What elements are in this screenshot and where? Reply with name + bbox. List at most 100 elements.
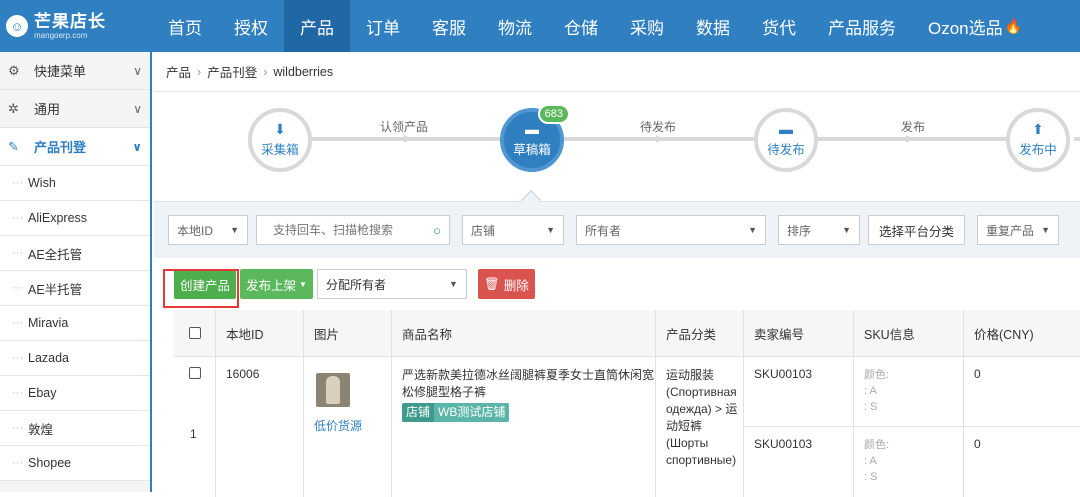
sidebar-section-product-listing[interactable]: ✎ 产品刊登 ∨ bbox=[0, 128, 150, 166]
shop-select-value: 店铺 bbox=[471, 223, 496, 238]
caret-down-icon: ▼ bbox=[299, 279, 307, 289]
chevron-down-icon: ∨ bbox=[133, 101, 142, 116]
column-header: 本地ID bbox=[216, 310, 304, 356]
caret-down-icon: ▼ bbox=[449, 279, 458, 289]
workflow-steps: 认领产品 待发布 发布 ⬇ 采集箱 683 ▬ 草稿箱 ▬ 待发布 ⬆ 发布中 bbox=[154, 92, 1080, 210]
sidebar-item-label: Ebay bbox=[28, 386, 57, 400]
publish-button-label: 发布上架 bbox=[246, 278, 297, 293]
sku-attr-a: : A bbox=[864, 455, 877, 467]
breadcrumb-separator-icon: › bbox=[263, 64, 268, 79]
low-price-source-link[interactable]: 低价货源 bbox=[314, 417, 391, 434]
search-icon[interactable]: ○ bbox=[433, 223, 441, 238]
search-input[interactable] bbox=[265, 223, 415, 237]
main-content: 产品 › 产品刊登 › wildberries 认领产品 待发布 发布 ⬇ 采集… bbox=[154, 52, 1080, 497]
sidebar-item-ae-full[interactable]: ··· AE全托管 bbox=[0, 236, 150, 271]
sort-select-value: 排序 bbox=[787, 223, 812, 238]
nav-logistics[interactable]: 物流 bbox=[482, 0, 548, 52]
sidebar-item-aliexpress[interactable]: ··· AliExpress bbox=[0, 201, 150, 236]
flow-label: 发布 bbox=[901, 120, 926, 134]
top-navbar: ☺ 芒果店长 mangoerp.com 首页 授权 产品 订单 客服 物流 仓储… bbox=[0, 0, 1080, 52]
sidebar-item-shopee[interactable]: ··· Shopee bbox=[0, 446, 150, 481]
local-id-cell: 16006 bbox=[216, 357, 304, 497]
breadcrumb-item: wildberries bbox=[273, 64, 334, 79]
duplicate-product-select[interactable]: 重复产品 ▼ bbox=[977, 215, 1060, 245]
nav-customer-service[interactable]: 客服 bbox=[416, 0, 482, 52]
breadcrumb-item[interactable]: 产品 bbox=[166, 62, 191, 81]
sidebar-item-label: Lazada bbox=[28, 351, 70, 365]
owner-select[interactable]: 所有者 ▼ bbox=[576, 215, 766, 245]
step-publishing[interactable]: ⬆ 发布中 bbox=[1006, 108, 1070, 172]
chevron-down-icon: ∨ bbox=[132, 139, 142, 154]
sidebar-section-label: 通用 bbox=[34, 102, 61, 117]
sku-row: SKU00103 颜色: : A : S 0 bbox=[744, 357, 1080, 427]
nav-purchase[interactable]: 采购 bbox=[614, 0, 680, 52]
row-checkbox[interactable] bbox=[188, 367, 201, 379]
main-nav: 首页 授权 产品 订单 客服 物流 仓储 采购 数据 货代 产品服务 Ozon选… bbox=[152, 0, 1038, 52]
edit-icon: ✎ bbox=[8, 138, 19, 154]
column-header: 卖家编号 bbox=[744, 310, 854, 356]
sidebar-section-quick-menu[interactable]: ⚙ 快捷菜单 ∨ bbox=[0, 52, 150, 90]
step-label: 待发布 bbox=[767, 143, 805, 157]
cog-icon: ✲ bbox=[8, 100, 19, 116]
column-header: 商品名称 bbox=[392, 310, 656, 356]
sidebar: ⚙ 快捷菜单 ∨ ✲ 通用 ∨ ✎ 产品刊登 ∨ ··· Wish ··· AliE… bbox=[0, 52, 152, 492]
nav-product-service[interactable]: 产品服务 bbox=[812, 0, 912, 52]
flow-arrow-icon bbox=[906, 135, 914, 143]
select-platform-category-button[interactable]: 选择平台分类 bbox=[868, 215, 966, 245]
flow-connector bbox=[304, 137, 500, 141]
flow-label: 待发布 bbox=[640, 120, 677, 134]
column-header: 产品分类 bbox=[656, 310, 744, 356]
select-all-checkbox[interactable] bbox=[188, 327, 201, 339]
brand-domain: mangoerp.com bbox=[34, 30, 88, 40]
sku-row: SKU00103 颜色: : A : S 0 bbox=[744, 427, 1080, 497]
caret-down-icon: ▼ bbox=[748, 225, 757, 235]
sidebar-item-ebay[interactable]: ··· Ebay bbox=[0, 376, 150, 411]
flow-connector bbox=[818, 137, 1010, 141]
step-collection-box[interactable]: ⬇ 采集箱 bbox=[248, 108, 312, 172]
search-box: ○ bbox=[256, 215, 450, 245]
delete-button[interactable]: 🗑 删除 bbox=[477, 269, 535, 299]
nav-home[interactable]: 首页 bbox=[152, 0, 218, 52]
shop-select[interactable]: 店铺 ▼ bbox=[462, 215, 564, 245]
sidebar-section-label: 产品刊登 bbox=[34, 140, 87, 155]
step-draft-box[interactable]: 683 ▬ 草稿箱 bbox=[500, 104, 570, 172]
product-thumbnail[interactable] bbox=[316, 373, 350, 407]
nav-forwarder[interactable]: 货代 bbox=[746, 0, 812, 52]
nav-authorize[interactable]: 授权 bbox=[218, 0, 284, 52]
product-table: 本地ID 图片 商品名称 产品分类 卖家编号 SKU信息 价格(CNY) 1 1… bbox=[174, 310, 1080, 497]
folder-icon: ▬ bbox=[525, 121, 539, 137]
nav-ozon-selection[interactable]: Ozon选品 🔥 bbox=[912, 0, 1038, 52]
sku-color-label: 颜色: bbox=[864, 439, 890, 451]
mango-logo-icon: ☺ bbox=[6, 15, 28, 37]
draft-count-badge: 683 bbox=[537, 104, 570, 124]
category-cell: 运动服装 (Спортивная одежда) > 运动短裤 (Шорты с… bbox=[656, 357, 744, 497]
sidebar-item-lazada[interactable]: ··· Lazada bbox=[0, 341, 150, 376]
product-name[interactable]: 严选新款美拉德冰丝阔腿裤夏季女士直筒休闲宽松修腿型格子裤 bbox=[402, 367, 655, 401]
trash-icon: 🗑 bbox=[483, 276, 500, 291]
sidebar-item-ae-semi[interactable]: ··· AE半托管 bbox=[0, 271, 150, 306]
nav-product[interactable]: 产品 bbox=[284, 0, 350, 52]
sku-code: SKU00103 bbox=[744, 427, 854, 497]
sidebar-item-dhgate[interactable]: ··· 敦煌 bbox=[0, 411, 150, 446]
nav-data[interactable]: 数据 bbox=[680, 0, 746, 52]
id-type-select[interactable]: 本地ID ▼ bbox=[168, 215, 248, 245]
nav-orders[interactable]: 订单 bbox=[350, 0, 416, 52]
caret-down-icon: ▼ bbox=[1041, 225, 1051, 235]
step-pending-publish[interactable]: ▬ 待发布 bbox=[754, 108, 818, 172]
sidebar-item-label: AE半托管 bbox=[28, 282, 83, 297]
sidebar-item-label: AE全托管 bbox=[28, 247, 83, 262]
filter-bar: 本地ID ▼ ○ 店铺 ▼ 所有者 ▼ 排序 ▼ 选择平台分类 重复产品 ▼ bbox=[154, 202, 1080, 258]
fire-icon: 🔥 bbox=[1004, 17, 1023, 34]
brand-logo[interactable]: ☺ 芒果店长 mangoerp.com bbox=[0, 0, 152, 52]
gear-icon: ⚙ bbox=[8, 62, 20, 78]
sidebar-item-miravia[interactable]: ··· Miravia bbox=[0, 306, 150, 341]
sku-attr-s: : S bbox=[864, 471, 878, 483]
sidebar-item-wish[interactable]: ··· Wish bbox=[0, 166, 150, 201]
assign-owner-select[interactable]: 分配所有者 ▼ bbox=[316, 269, 467, 299]
sort-select[interactable]: 排序 ▼ bbox=[778, 215, 860, 245]
publish-button[interactable]: 发布上架 ▼ bbox=[240, 269, 313, 299]
sidebar-section-general[interactable]: ✲ 通用 ∨ bbox=[0, 90, 150, 128]
breadcrumb-item[interactable]: 产品刊登 bbox=[207, 62, 257, 81]
nav-warehouse[interactable]: 仓储 bbox=[548, 0, 614, 52]
nav-ozon-label: Ozon选品 bbox=[928, 18, 1003, 38]
